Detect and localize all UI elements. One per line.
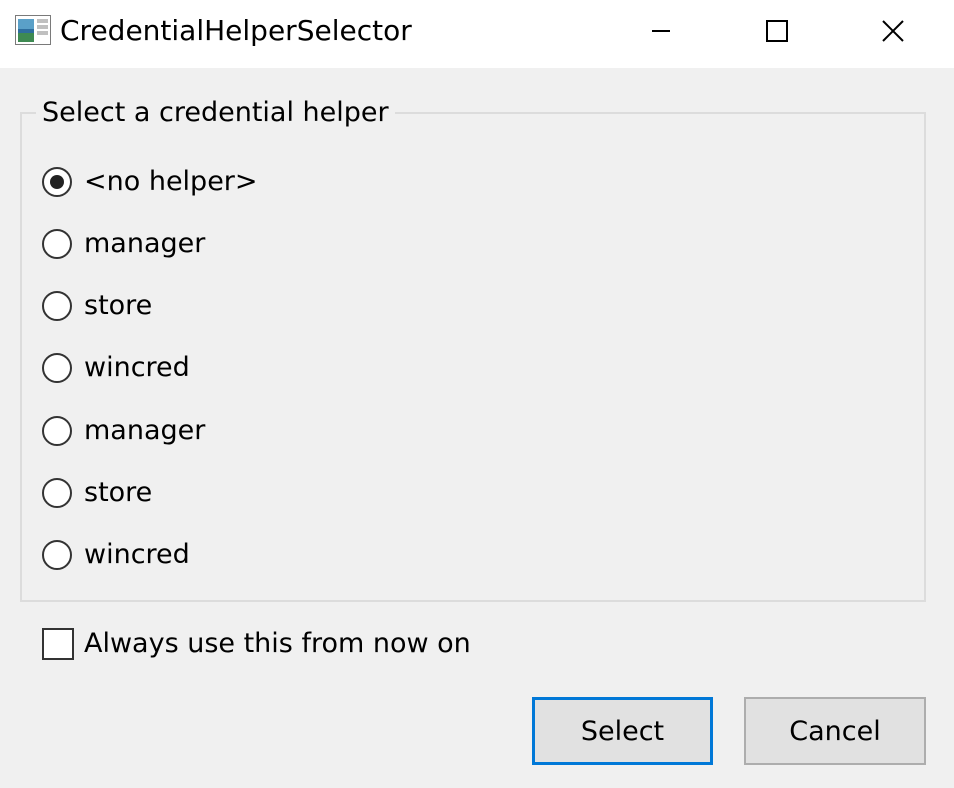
radio-label[interactable]: wincred	[84, 538, 190, 572]
radio-label[interactable]: <no helper>	[84, 165, 258, 199]
always-use-checkbox[interactable]	[42, 628, 74, 660]
radio-label[interactable]: manager	[84, 227, 205, 261]
radio-option-wincred[interactable]: wincred	[42, 348, 190, 388]
close-icon	[882, 20, 904, 42]
title-bar[interactable]: CredentialHelperSelector	[0, 0, 954, 68]
radio-label[interactable]: store	[84, 476, 152, 510]
radio-button[interactable]	[42, 478, 72, 508]
radio-label[interactable]: manager	[84, 414, 205, 448]
group-legend: Select a credential helper	[36, 96, 395, 130]
maximize-icon	[766, 20, 788, 42]
always-use-label[interactable]: Always use this from now on	[84, 627, 471, 661]
radio-label[interactable]: store	[84, 289, 152, 323]
maximize-button[interactable]	[722, 0, 832, 62]
window-title: CredentialHelperSelector	[60, 14, 412, 47]
close-button[interactable]	[838, 0, 948, 62]
radio-button[interactable]	[42, 416, 72, 446]
radio-option-manager-2[interactable]: manager	[42, 411, 205, 451]
radio-button[interactable]	[42, 540, 72, 570]
radio-option-store[interactable]: store	[42, 286, 152, 326]
radio-option-no-helper[interactable]: <no helper>	[42, 162, 258, 202]
dialog-window: CredentialHelperSelector Select a creden…	[0, 0, 954, 788]
radio-option-manager[interactable]: manager	[42, 224, 205, 264]
app-icon	[15, 15, 51, 45]
cancel-button[interactable]: Cancel	[744, 697, 926, 765]
minimize-button[interactable]	[606, 0, 716, 62]
radio-button[interactable]	[42, 353, 72, 383]
radio-option-wincred-2[interactable]: wincred	[42, 535, 190, 575]
radio-button[interactable]	[42, 291, 72, 321]
always-use-checkbox-row[interactable]: Always use this from now on	[42, 624, 471, 664]
radio-option-store-2[interactable]: store	[42, 473, 152, 513]
minimize-icon	[652, 30, 670, 32]
radio-label[interactable]: wincred	[84, 351, 190, 385]
radio-button[interactable]	[42, 167, 72, 197]
radio-button[interactable]	[42, 229, 72, 259]
select-button[interactable]: Select	[532, 697, 713, 765]
